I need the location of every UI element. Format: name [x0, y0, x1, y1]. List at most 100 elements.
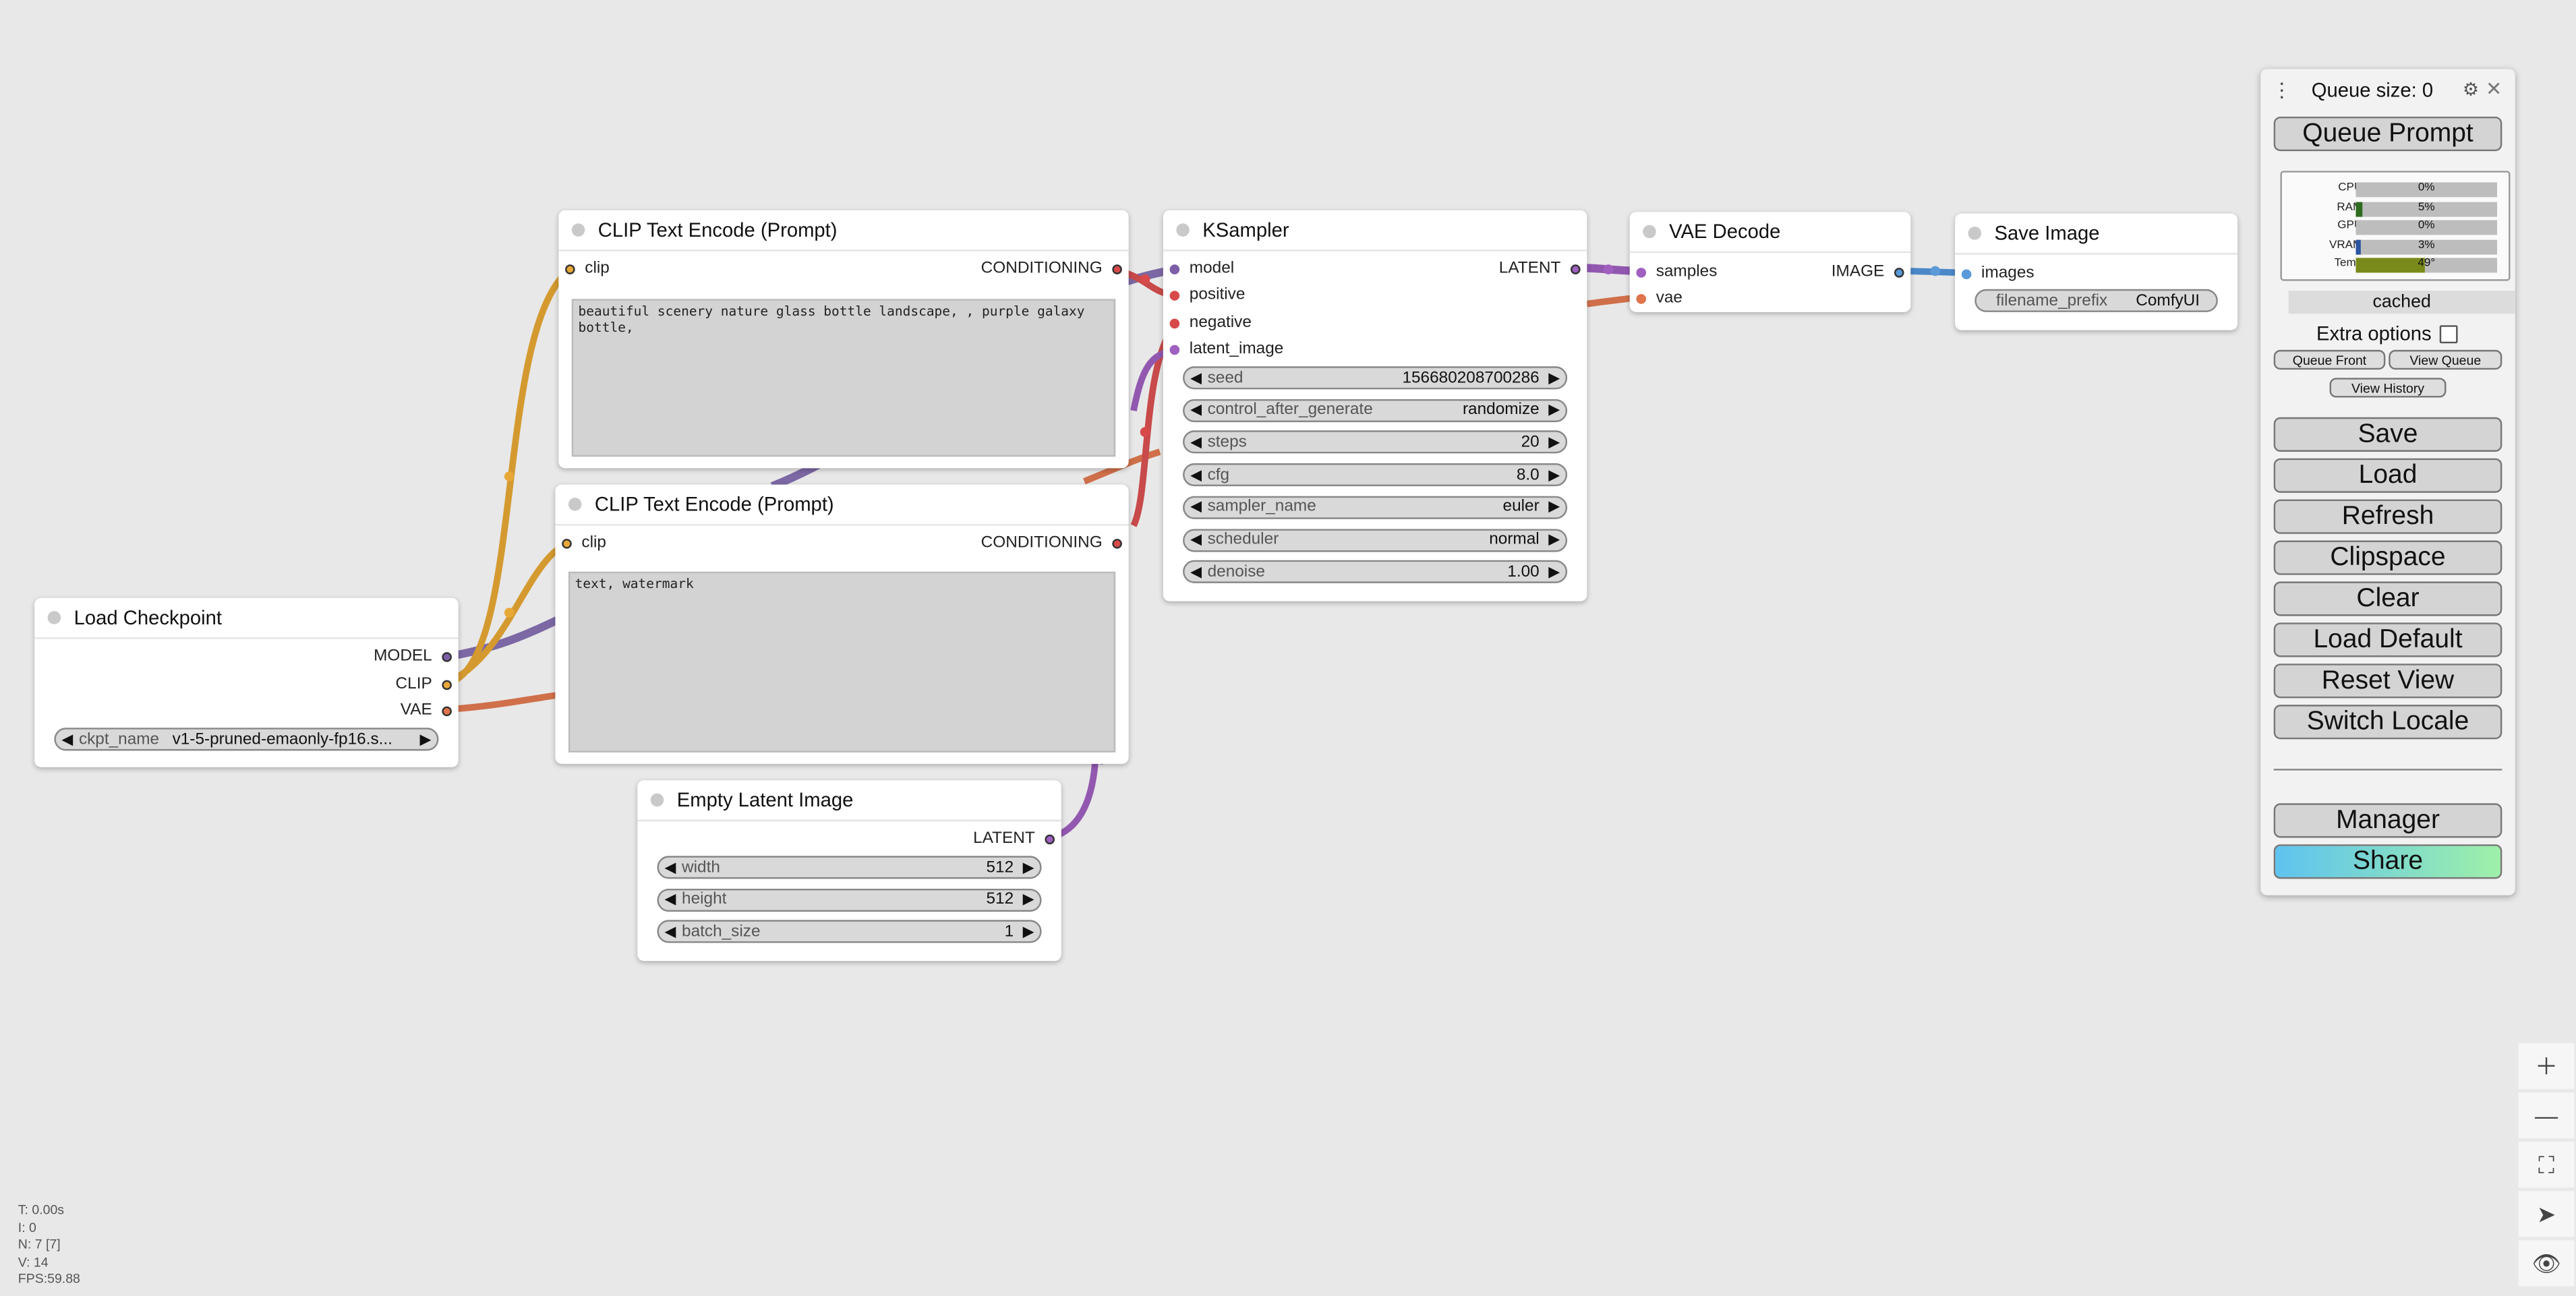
send-icon[interactable]: ➤ — [2518, 1191, 2575, 1237]
filename-prefix-field[interactable]: filename_prefix ComfyUI — [1974, 289, 2218, 312]
right-arrow-icon[interactable]: ▶ — [1543, 498, 1566, 517]
menu-button-5[interactable]: Clear — [2273, 581, 2502, 616]
menu-button-1[interactable]: Save — [2273, 417, 2502, 452]
images-input-pin[interactable] — [1961, 268, 1972, 278]
widget-value: euler — [1502, 498, 1540, 517]
save-image-node[interactable]: Save Image images filename_prefix ComfyU… — [1955, 213, 2238, 330]
conditioning-output-pin[interactable] — [1112, 264, 1122, 274]
left-arrow-icon[interactable]: ◀ — [659, 858, 682, 877]
fit-view-icon[interactable]: ⛶ — [2518, 1142, 2575, 1188]
manager-button[interactable]: Manager — [2273, 803, 2502, 838]
menu-button-2[interactable]: Load — [2273, 458, 2502, 493]
drag-handle-icon[interactable]: ⋮ — [2272, 79, 2291, 102]
menu-button-8[interactable]: Switch Locale — [2273, 705, 2502, 740]
vae-output-pin[interactable] — [442, 705, 452, 715]
queue-prompt-button[interactable]: Queue Prompt — [2273, 116, 2502, 152]
collapse-dot[interactable] — [1176, 223, 1190, 237]
clip-output-pin[interactable] — [442, 679, 452, 689]
right-arrow-icon[interactable]: ▶ — [1543, 369, 1566, 387]
right-arrow-icon[interactable]: ▶ — [414, 730, 437, 748]
clip-text-encode-positive-node[interactable]: CLIP Text Encode (Prompt) clip CONDITION… — [558, 210, 1129, 469]
eye-icon[interactable]: 👁 — [2518, 1240, 2575, 1287]
view-history-button[interactable]: View History — [2329, 378, 2447, 398]
left-arrow-icon[interactable]: ◀ — [659, 923, 682, 941]
ckpt-name-combo[interactable]: ◀ ckpt_name v1-5-pruned-emaonly-fp16.s..… — [54, 728, 439, 751]
render-stats: T: 0.00s I: 0 N: 7 [7] V: 14 FPS:59.88 — [18, 1202, 80, 1289]
empty-latent-image-node[interactable]: Empty Latent Image LATENT ◀ width 512 ▶ ◀ hei… — [637, 780, 1061, 962]
prompt-textarea[interactable]: beautiful scenery nature glass bottle la… — [571, 299, 1116, 457]
queue-front-button[interactable]: Queue Front — [2273, 349, 2386, 370]
left-arrow-icon[interactable]: ◀ — [1185, 401, 1208, 419]
clip-input-label: clip — [581, 533, 606, 552]
ksampler-node[interactable]: KSampler model positive negative latent_… — [1163, 210, 1587, 601]
clip-input-pin[interactable] — [562, 537, 572, 548]
number-widget[interactable]: ◀ height 512 ▶ — [657, 888, 1042, 912]
number-widget[interactable]: ◀ steps 20 ▶ — [1183, 431, 1568, 454]
clip-text-encode-negative-node[interactable]: CLIP Text Encode (Prompt) clip CONDITION… — [555, 484, 1129, 764]
left-arrow-icon[interactable]: ◀ — [1185, 434, 1208, 452]
right-arrow-icon[interactable]: ▶ — [1543, 401, 1566, 419]
latent-input-pin[interactable] — [1169, 344, 1180, 355]
collapse-dot[interactable] — [650, 793, 664, 807]
conditioning-output-pin[interactable] — [1112, 537, 1122, 548]
model-output-pin[interactable] — [442, 651, 452, 661]
number-widget[interactable]: ◀ seed 156680208700286 ▶ — [1183, 366, 1568, 390]
vae-decode-node[interactable]: VAE Decode samples vae IMAGE — [1629, 212, 1911, 312]
node-title: CLIP Text Encode (Prompt) — [597, 218, 838, 242]
left-arrow-icon[interactable]: ◀ — [1185, 531, 1208, 549]
menu-button-7[interactable]: Reset View — [2273, 664, 2502, 699]
clip-input-pin[interactable] — [565, 264, 575, 274]
number-widget[interactable]: ◀ width 512 ▶ — [657, 856, 1042, 879]
left-arrow-icon[interactable]: ◀ — [1185, 498, 1208, 517]
left-arrow-icon[interactable]: ◀ — [659, 891, 682, 909]
widget-label: steps — [1207, 433, 1247, 452]
number-widget[interactable]: ◀ cfg 8.0 ▶ — [1183, 463, 1568, 487]
right-arrow-icon[interactable]: ▶ — [1543, 434, 1566, 452]
extra-options-checkbox[interactable] — [2439, 325, 2458, 344]
monitor-bar: 0% — [2355, 220, 2498, 235]
zoom-out-icon[interactable]: — — [2518, 1092, 2575, 1139]
number-widget[interactable]: ◀ batch_size 1 ▶ — [657, 920, 1042, 944]
close-icon[interactable]: ✕ — [2486, 78, 2502, 100]
number-widget[interactable]: ◀ denoise 1.00 ▶ — [1183, 560, 1568, 584]
number-widget[interactable]: ◀ sampler_name euler ▶ — [1183, 496, 1568, 519]
left-arrow-icon[interactable]: ◀ — [1185, 563, 1208, 581]
right-arrow-icon[interactable]: ▶ — [1543, 531, 1566, 549]
prompt-textarea[interactable]: text, watermark — [568, 571, 1116, 753]
right-arrow-icon[interactable]: ▶ — [1017, 923, 1040, 941]
widget-label: height — [682, 890, 727, 909]
right-arrow-icon[interactable]: ▶ — [1017, 891, 1040, 909]
positive-input-pin[interactable] — [1169, 289, 1180, 300]
number-widget[interactable]: ◀ scheduler normal ▶ — [1183, 528, 1568, 552]
left-arrow-icon[interactable]: ◀ — [56, 730, 79, 748]
settings-gear-icon[interactable]: ⚙ — [2463, 79, 2479, 100]
collapse-dot[interactable] — [1968, 227, 1982, 240]
graph-canvas[interactable]: CLIP Text Encode (Prompt) clip CONDITION… — [0, 0, 2576, 1296]
collapse-dot[interactable] — [47, 611, 61, 624]
right-arrow-icon[interactable]: ▶ — [1543, 563, 1566, 581]
right-arrow-icon[interactable]: ▶ — [1543, 466, 1566, 484]
collapse-dot[interactable] — [571, 223, 585, 237]
left-arrow-icon[interactable]: ◀ — [1185, 369, 1208, 387]
image-output-pin[interactable] — [1894, 266, 1904, 277]
right-arrow-icon[interactable]: ▶ — [1017, 858, 1040, 877]
latent-output-pin[interactable] — [1045, 833, 1055, 844]
negative-input-pin[interactable] — [1169, 318, 1180, 328]
collapse-dot[interactable] — [568, 498, 582, 511]
number-widget[interactable]: ◀ control_after_generate randomize ▶ — [1183, 399, 1568, 422]
latent-output-pin[interactable] — [1571, 264, 1581, 274]
menu-divider — [2273, 769, 2502, 771]
view-queue-button[interactable]: View Queue — [2389, 349, 2502, 370]
menu-button-3[interactable]: Refresh — [2273, 499, 2502, 534]
widget-value: 8.0 — [1516, 465, 1540, 484]
zoom-in-icon[interactable]: ＋ — [2518, 1042, 2575, 1090]
model-input-pin[interactable] — [1169, 264, 1180, 274]
left-arrow-icon[interactable]: ◀ — [1185, 466, 1208, 484]
menu-button-6[interactable]: Load Default — [2273, 622, 2502, 657]
menu-button-4[interactable]: Clipspace — [2273, 540, 2502, 575]
samples-input-pin[interactable] — [1636, 266, 1647, 277]
vae-input-pin[interactable] — [1636, 293, 1647, 303]
load-checkpoint-node[interactable]: Load Checkpoint MODEL CLIP VAE ◀ ckpt_na… — [34, 597, 459, 767]
collapse-dot[interactable] — [1643, 225, 1656, 239]
share-button[interactable]: Share — [2273, 844, 2502, 879]
